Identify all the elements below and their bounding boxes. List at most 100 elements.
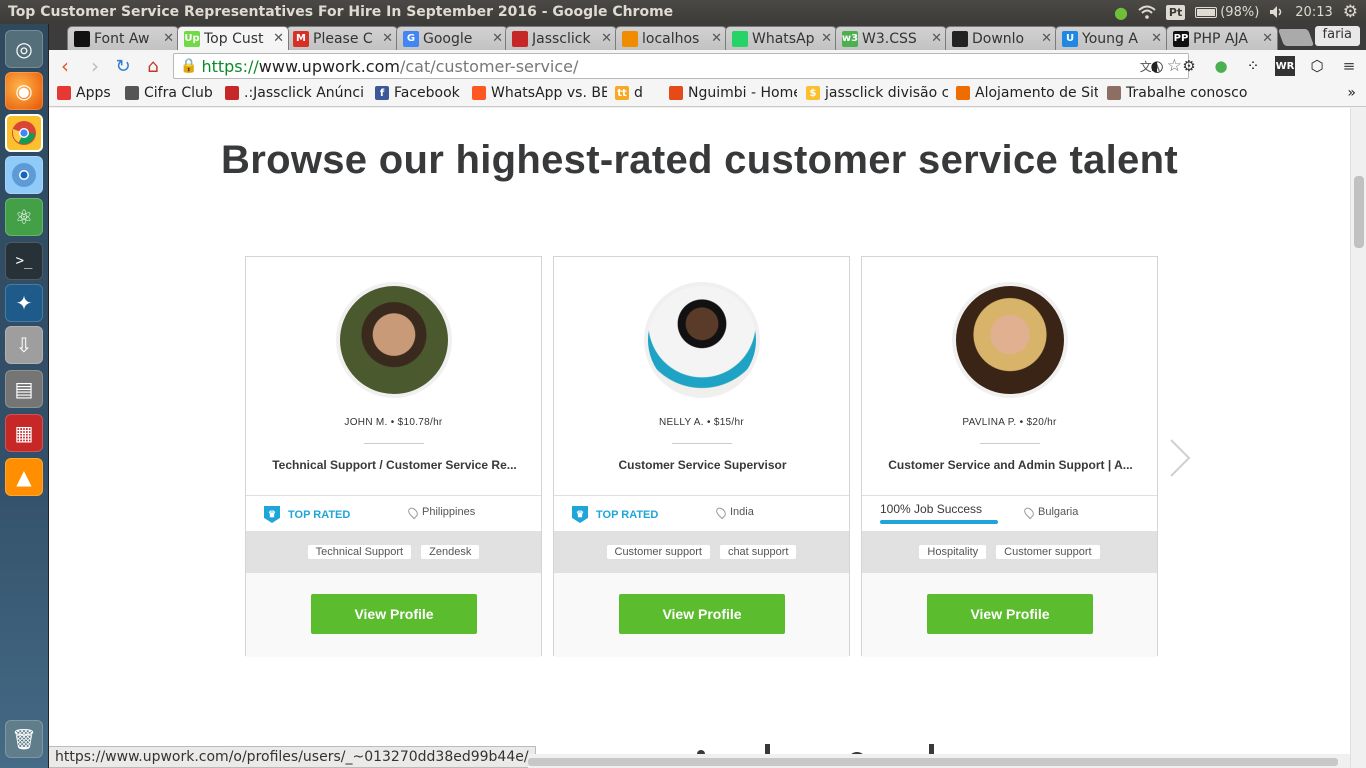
battery-indicator[interactable]: (98%) xyxy=(1195,5,1259,20)
cube-extension-icon[interactable]: ⬡ xyxy=(1307,56,1327,76)
tab-favicon-icon xyxy=(512,30,528,47)
view-profile-button[interactable]: View Profile xyxy=(311,594,477,634)
skill-tag[interactable]: chat support xyxy=(719,545,797,559)
browser-tab[interactable]: WhatsAp ✕ xyxy=(725,26,837,50)
carousel-next-icon[interactable] xyxy=(1169,438,1191,478)
archive-manager-icon[interactable]: ▦ xyxy=(5,414,43,452)
avatar[interactable] xyxy=(952,282,1068,398)
browser-tab[interactable]: w3 W3.CSS ✕ xyxy=(835,26,947,50)
new-tab-button[interactable] xyxy=(1277,29,1315,46)
scrollbar-thumb[interactable] xyxy=(1354,176,1364,248)
tab-close-icon[interactable]: ✕ xyxy=(492,31,503,46)
tab-close-icon[interactable]: ✕ xyxy=(711,31,722,46)
tab-favicon-icon: w3 xyxy=(842,30,858,47)
tab-close-icon[interactable]: ✕ xyxy=(273,31,284,46)
chrome-icon[interactable] xyxy=(5,114,43,152)
clock[interactable]: 20:13 xyxy=(1295,5,1332,20)
browser-tab[interactable]: G Google ✕ xyxy=(396,26,508,50)
bookmark-item[interactable]: WhatsApp vs. BB xyxy=(472,85,607,101)
installer-icon[interactable]: ⇩ xyxy=(5,326,43,364)
browser-tab[interactable]: Up Top Cust ✕ xyxy=(177,26,289,50)
browser-tab[interactable]: M Please C ✕ xyxy=(286,26,398,50)
forward-button[interactable]: › xyxy=(81,52,109,80)
freelancer-title[interactable]: Customer Service Supervisor xyxy=(568,458,837,472)
mysql-workbench-icon[interactable]: ✦ xyxy=(5,284,43,322)
extension-gear-icon[interactable]: ⚙ xyxy=(1179,56,1199,76)
bookmark-label: Apps xyxy=(76,85,111,101)
browser-tab[interactable]: Font Aw ✕ xyxy=(67,26,179,50)
bookmark-item[interactable]: tt d xyxy=(615,85,661,101)
bookmark-item[interactable]: .:Jassclick Anúnci xyxy=(225,85,365,101)
tab-close-icon[interactable]: ✕ xyxy=(821,31,832,46)
bookmark-item[interactable]: Cifra Club xyxy=(125,85,217,101)
bookmark-item[interactable]: Alojamento de Sit xyxy=(956,85,1098,101)
browser-tab[interactable]: PP PHP AJA ✕ xyxy=(1166,26,1278,50)
volume-icon[interactable] xyxy=(1269,5,1285,19)
evernote-extension-icon[interactable]: ● xyxy=(1211,56,1231,76)
wifi-icon[interactable] xyxy=(1138,5,1156,19)
freelancer-card[interactable]: JOHN M. • $10.78/hr Technical Support / C… xyxy=(245,256,542,657)
freelancer-card[interactable]: NELLY A. • $15/hr Customer Service Superv… xyxy=(553,256,850,657)
freelancer-title[interactable]: Customer Service and Admin Support | A..… xyxy=(876,458,1145,472)
avatar[interactable] xyxy=(644,282,760,398)
freelancer-name: JOHN M. xyxy=(344,417,388,428)
location-pin-icon xyxy=(1022,505,1036,519)
vlc-icon[interactable]: ▲ xyxy=(5,458,43,496)
profile-button[interactable]: faria xyxy=(1314,26,1360,46)
blackberry-extension-icon[interactable]: ⁘ xyxy=(1243,56,1263,76)
bookmark-item[interactable]: Apps xyxy=(57,85,117,101)
bookmark-item[interactable]: $ jassclick divisão c xyxy=(806,85,948,101)
browser-tab[interactable]: U Young A ✕ xyxy=(1055,26,1167,50)
bookmark-item[interactable]: Trabalhe conosco xyxy=(1107,85,1247,101)
chrome-menu-icon[interactable]: ≡ xyxy=(1339,56,1359,76)
skill-tag[interactable]: Technical Support xyxy=(307,545,412,559)
url-scheme: https:// xyxy=(201,56,259,76)
tab-close-icon[interactable]: ✕ xyxy=(931,31,942,46)
tab-close-icon[interactable]: ✕ xyxy=(1262,31,1273,46)
extension-circle-icon[interactable]: ◐ xyxy=(1147,56,1167,76)
keyboard-layout-indicator[interactable]: Pt xyxy=(1165,4,1186,20)
reload-icon[interactable]: ↻ xyxy=(109,52,137,80)
browser-tab[interactable]: localhos ✕ xyxy=(615,26,727,50)
skill-tag[interactable]: Zendesk xyxy=(421,545,480,559)
browser-tab[interactable]: Downlo ✕ xyxy=(945,26,1057,50)
tab-close-icon[interactable]: ✕ xyxy=(1041,31,1052,46)
view-profile-button[interactable]: View Profile xyxy=(927,594,1093,634)
skill-tag[interactable]: Hospitality xyxy=(919,545,987,559)
view-profile-button[interactable]: View Profile xyxy=(619,594,785,634)
skill-tag[interactable]: Customer support xyxy=(996,545,1100,559)
home-icon[interactable]: ⌂ xyxy=(139,52,167,80)
tab-label: Please C xyxy=(313,30,373,47)
firefox-icon[interactable]: ◉ xyxy=(5,72,43,110)
unity-launcher: ◎ ◉ ⚛ >_ ✦ ⇩ ▤ ▦ ▲ 🗑 xyxy=(0,24,49,768)
horizontal-scrollbar[interactable] xyxy=(528,754,1350,768)
bookmark-item[interactable]: f Facebook xyxy=(375,85,463,101)
freelancer-title[interactable]: Technical Support / Customer Service Re.… xyxy=(260,458,529,472)
evernote-indicator-icon[interactable]: ● xyxy=(1114,3,1128,22)
atom-editor-icon[interactable]: ⚛ xyxy=(5,198,43,236)
tab-close-icon[interactable]: ✕ xyxy=(601,31,612,46)
tab-close-icon[interactable]: ✕ xyxy=(1151,31,1162,46)
chromium-icon[interactable] xyxy=(5,156,43,194)
settings-gear-icon[interactable]: ⚙ xyxy=(1343,2,1358,22)
browser-tab[interactable]: Jassclick ✕ xyxy=(505,26,617,50)
tab-close-icon[interactable]: ✕ xyxy=(382,31,393,46)
terminal-icon[interactable]: >_ xyxy=(5,242,43,280)
back-button[interactable]: ‹ xyxy=(51,52,79,80)
tab-close-icon[interactable]: ✕ xyxy=(163,31,174,46)
bookmark-item[interactable]: Nguimbi - Home xyxy=(669,85,797,101)
avatar[interactable] xyxy=(336,282,452,398)
printer-icon[interactable]: ▤ xyxy=(5,370,43,408)
location-label: Philippines xyxy=(422,506,476,518)
address-bar[interactable]: 🔒 https://www.upwork.com/cat/customer-se… xyxy=(173,53,1189,79)
card-action-row: View Profile xyxy=(554,573,849,657)
freelancer-card[interactable]: PAVLINA P. • $20/hr Customer Service and … xyxy=(861,256,1158,657)
dash-home-icon[interactable]: ◎ xyxy=(5,30,43,68)
wr-extension-icon[interactable]: WR xyxy=(1275,56,1295,76)
more-bookmarks-icon[interactable]: » xyxy=(1347,85,1356,101)
trash-icon[interactable]: 🗑 xyxy=(5,720,43,758)
os-top-panel: Top Customer Service Representatives For… xyxy=(0,0,1366,24)
vertical-scrollbar[interactable] xyxy=(1350,108,1366,768)
horizontal-scrollbar-thumb[interactable] xyxy=(528,758,1338,766)
skill-tag[interactable]: Customer support xyxy=(606,545,710,559)
